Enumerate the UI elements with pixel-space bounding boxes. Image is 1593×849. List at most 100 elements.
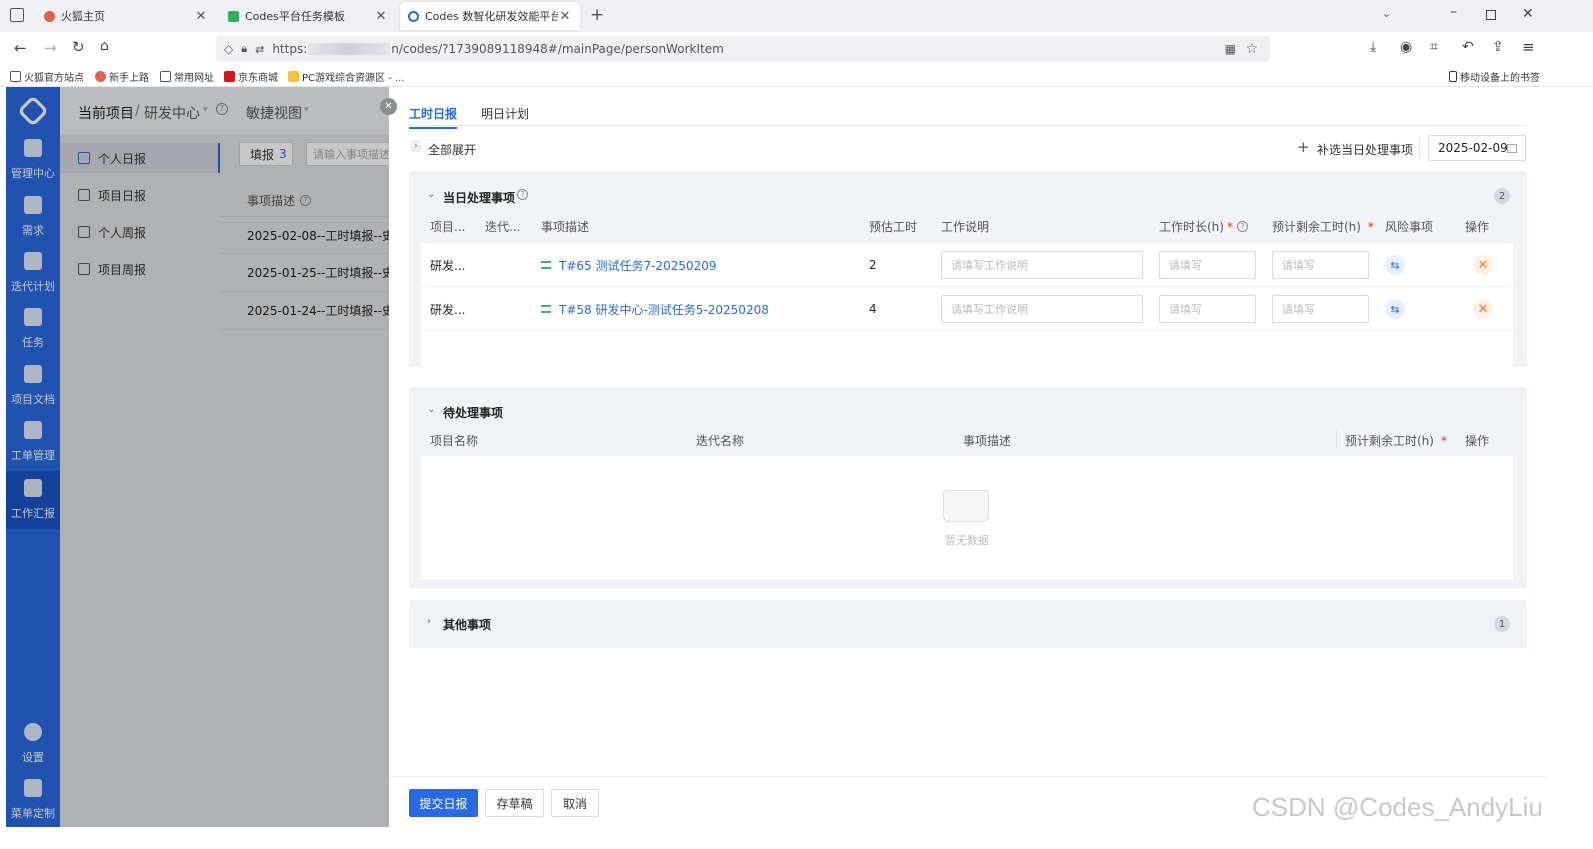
browser-tab-active[interactable]: Codes 数智化研发效能平台 ✕ bbox=[400, 2, 580, 30]
restore-icon[interactable] bbox=[1486, 10, 1496, 20]
drawer-close-icon[interactable]: ✕ bbox=[380, 98, 397, 115]
footer-divider bbox=[389, 776, 1547, 777]
expand-all-toggle[interactable]: 全部展开 bbox=[428, 141, 476, 158]
folder-icon bbox=[160, 71, 171, 82]
date-picker[interactable]: 2025-02-09 bbox=[1428, 135, 1526, 161]
bookmark-item[interactable]: 新手上路 bbox=[95, 69, 149, 84]
expand-chevron-icon[interactable]: › bbox=[411, 140, 421, 152]
watermark: CSDN @Codes_AndyLiu bbox=[1252, 792, 1543, 822]
qr-code-icon[interactable]: ▦ bbox=[1225, 42, 1236, 56]
close-icon[interactable]: ✕ bbox=[194, 9, 208, 24]
window-close-icon[interactable]: ✕ bbox=[1522, 6, 1534, 22]
mobile-bookmarks[interactable]: 移动设备上的书签 bbox=[1449, 69, 1540, 84]
bookmarks-bar: 火狐官方站点 新手上路 常用网址 京东商城 PC游戏综合资源区 - ... 移动… bbox=[0, 66, 1593, 87]
delete-icon[interactable]: ✕ bbox=[1473, 255, 1493, 275]
required-mark: * bbox=[1440, 434, 1447, 448]
col-risk: 风险事项 bbox=[1385, 220, 1434, 234]
duration-input[interactable]: 请填写 bbox=[1159, 295, 1256, 323]
other-count-badge: 1 bbox=[1494, 616, 1510, 632]
bookmark-item[interactable]: 常用网址 bbox=[160, 69, 214, 84]
col-iteration-name: 迭代名称 bbox=[696, 434, 745, 448]
bookmark-item[interactable]: PC游戏综合资源区 - ... bbox=[288, 69, 405, 84]
bookmark-star-icon[interactable]: ☆ bbox=[1245, 41, 1258, 57]
url-text: n/codes/?1739089118948#/mainPage/personW… bbox=[391, 42, 724, 56]
back-icon[interactable]: ← bbox=[14, 39, 27, 57]
col-divider bbox=[1336, 430, 1337, 448]
reload-icon[interactable]: ↻ bbox=[72, 38, 85, 56]
bookmark-item[interactable]: 火狐官方站点 bbox=[10, 69, 84, 84]
shield-icon: ◇ bbox=[224, 42, 234, 56]
folder-icon bbox=[10, 71, 21, 82]
collapse-chevron-icon[interactable]: ⌄ bbox=[427, 404, 435, 415]
close-icon[interactable]: ✕ bbox=[374, 9, 388, 24]
forward-icon[interactable]: → bbox=[44, 39, 57, 57]
col-duration-label: 工作时长(h) bbox=[1159, 220, 1224, 234]
crop-icon[interactable]: ⌗ bbox=[1430, 39, 1438, 55]
submit-report-button[interactable]: 提交日报 bbox=[409, 789, 478, 817]
row-description[interactable]: T#58 研发中心-测试任务5-20250208 bbox=[541, 287, 769, 331]
today-count-badge: 2 bbox=[1494, 188, 1510, 204]
plus-icon[interactable]: + bbox=[1297, 138, 1310, 156]
menu-icon[interactable]: ≡ bbox=[1522, 38, 1535, 56]
tab-overview-icon[interactable] bbox=[10, 8, 24, 22]
browser-tab[interactable]: Codes平台任务模板 ✕ bbox=[220, 2, 396, 30]
col-remaining-label: 预计剩余工时(h) bbox=[1345, 434, 1434, 448]
cancel-button[interactable]: 取消 bbox=[551, 789, 599, 817]
today-items-section: ⌄ 当日处理事项 ? 2 项目... 迭代... 事项描述 预估工时 工作说明 … bbox=[409, 171, 1527, 367]
row-project: 研发... bbox=[430, 302, 466, 317]
duration-input[interactable]: 请填写 bbox=[1159, 251, 1256, 279]
col-description: 事项描述 bbox=[963, 434, 1012, 448]
bookmark-label: 火狐官方站点 bbox=[24, 73, 84, 84]
delete-icon[interactable]: ✕ bbox=[1473, 299, 1493, 319]
share-icon[interactable]: ⇪ bbox=[1492, 39, 1504, 55]
row-project: 研发... bbox=[430, 258, 466, 273]
tab-list-chevron-icon[interactable]: ⌄ bbox=[1382, 7, 1391, 20]
new-tab-plus-icon[interactable]: + bbox=[590, 5, 604, 25]
url-bar[interactable]: ◇ 🔒︎ ⇄ https: n/codes/?1739089118948#/ma… bbox=[216, 36, 1270, 62]
col-actions: 操作 bbox=[1465, 220, 1490, 234]
work-note-input[interactable]: 请填写工作说明 bbox=[941, 295, 1143, 323]
date-value: 2025-02-09 bbox=[1438, 141, 1508, 155]
task-link[interactable]: T#58 研发中心-测试任务5-20250208 bbox=[559, 301, 769, 318]
phone-icon bbox=[1449, 71, 1457, 82]
firefox-icon bbox=[95, 71, 106, 82]
tab-title: Codes 数智化研发效能平台 bbox=[425, 10, 558, 23]
remaining-input[interactable]: 请填写 bbox=[1272, 295, 1369, 323]
jd-icon bbox=[224, 71, 235, 82]
work-note-input[interactable]: 请填写工作说明 bbox=[941, 251, 1143, 279]
row-estimate: 4 bbox=[869, 302, 877, 316]
empty-state-text: 暂无数据 bbox=[945, 534, 989, 547]
row-description[interactable]: T#65 测试任务7-20250209 bbox=[541, 243, 717, 287]
bookmark-label: 新手上路 bbox=[109, 73, 149, 84]
modal-overlay[interactable] bbox=[6, 87, 390, 827]
other-items-section: › 其他事项 1 bbox=[409, 600, 1527, 648]
col-iteration: 迭代... bbox=[485, 220, 521, 234]
risk-icon[interactable]: ⇆ bbox=[1385, 255, 1405, 275]
close-icon[interactable]: ✕ bbox=[558, 9, 572, 24]
remaining-input[interactable]: 请填写 bbox=[1272, 251, 1369, 279]
expand-chevron-icon[interactable]: › bbox=[427, 616, 431, 627]
task-link[interactable]: T#65 测试任务7-20250209 bbox=[559, 257, 717, 274]
risk-icon[interactable]: ⇆ bbox=[1385, 299, 1405, 319]
tab-title: 火狐主页 bbox=[61, 10, 105, 23]
home-icon[interactable]: ⌂ bbox=[100, 38, 109, 54]
required-mark: * bbox=[1367, 220, 1374, 234]
browser-tab[interactable]: 火狐主页 ✕ bbox=[36, 2, 216, 30]
bookmark-item[interactable]: 京东商城 bbox=[224, 69, 278, 84]
undo-icon[interactable]: ↶ bbox=[1462, 39, 1474, 55]
table-row: 研发... T#58 研发中心-测试任务5-20250208 4 请填写工作说明… bbox=[421, 287, 1513, 331]
today-section-title: 当日处理事项 bbox=[443, 191, 516, 205]
minimize-icon[interactable]: – bbox=[1450, 4, 1457, 20]
help-icon[interactable]: ? bbox=[517, 189, 528, 200]
save-draft-button[interactable]: 存草稿 bbox=[485, 789, 544, 817]
bookmark-label: 京东商城 bbox=[238, 73, 278, 84]
add-items-button[interactable]: 补选当日处理事项 bbox=[1317, 141, 1413, 158]
calendar-icon bbox=[1507, 143, 1517, 153]
collapse-chevron-icon[interactable]: ⌄ bbox=[427, 189, 435, 200]
folder-yellow-icon bbox=[288, 71, 299, 82]
codes-icon bbox=[408, 10, 419, 22]
help-icon[interactable]: ? bbox=[1236, 221, 1248, 232]
download-icon[interactable]: ⤓ bbox=[1370, 39, 1376, 55]
pending-items-section: ⌄ 待处理事项 项目名称 迭代名称 事项描述 预计剩余工时(h) * 操作 暂无… bbox=[409, 387, 1527, 588]
account-icon[interactable]: ◉ bbox=[1400, 39, 1412, 55]
